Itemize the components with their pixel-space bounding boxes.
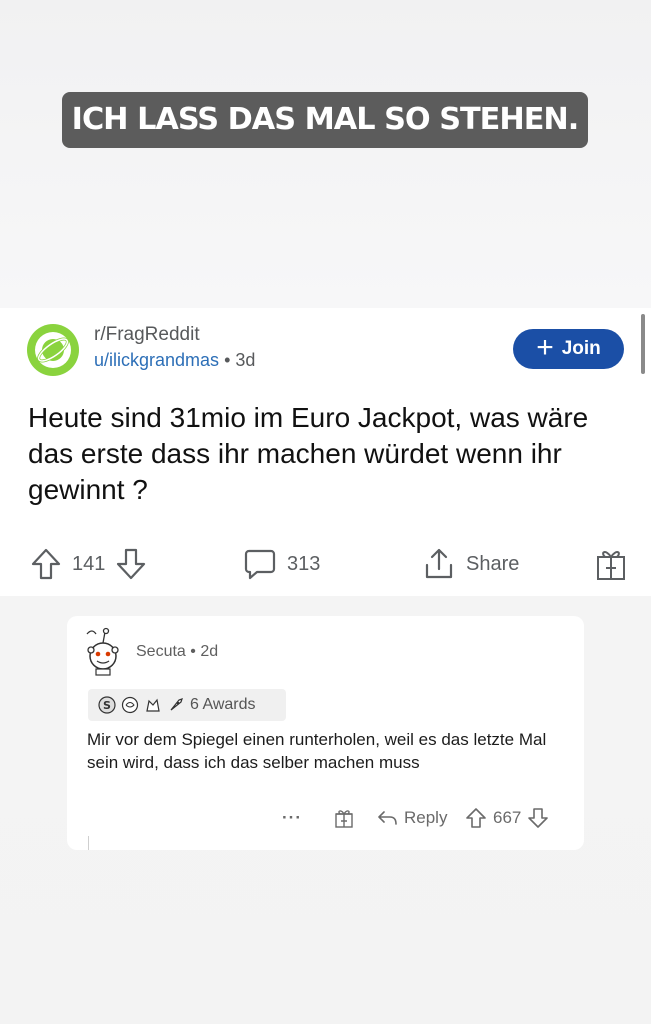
wholesome-award-icon [144,696,162,714]
comment-card: Secuta • 2d S 6 Awards Mir vor dem Spieg… [67,616,584,850]
comment-upvote-icon[interactable] [465,807,487,829]
post-meta: u/ilickgrandmas • 3d [94,350,255,371]
subreddit-avatar[interactable] [27,324,79,376]
reply-arrow-icon [376,808,398,828]
join-label: Join [561,338,601,359]
silver-coin-award-icon: S [98,696,116,714]
snoo-avatar[interactable] [84,626,122,676]
post-age: 3d [235,350,256,370]
rocket-award-icon [167,696,185,714]
post-author[interactable]: u/ilickgrandmas [94,350,219,370]
comment-vote-count: 667 [493,808,522,827]
gift-icon [594,546,628,582]
upvote-count: 141 [72,552,106,575]
share-icon [422,547,456,581]
subreddit-name[interactable]: r/FragReddit [94,324,200,346]
helpful-award-icon [121,696,139,714]
more-options-button[interactable]: ··· [282,806,302,830]
awards-bar[interactable]: S 6 Awards [88,689,286,721]
comment-count: 313 [287,552,321,575]
award-button[interactable] [594,544,628,584]
share-label: Share [466,552,520,575]
comment-meta-separator: • [190,643,196,660]
planet-icon [35,332,71,368]
comment-author[interactable]: Secuta [136,643,186,660]
comments-button[interactable]: 313 [243,544,320,584]
comment-vote-group: 667 [465,806,549,830]
comment-icon [243,547,277,581]
comment-award-button[interactable] [333,806,355,830]
vote-group: 141 [30,544,147,584]
post-card: r/FragReddit u/ilickgrandmas • 3d + Join… [0,308,651,596]
comment-meta: Secuta • 2d [136,643,218,661]
comment-age: 2d [200,643,219,660]
comment-body: Mir vor dem Spiegel einen runterholen, w… [87,730,547,772]
meta-separator: • [224,350,231,370]
plus-icon: + [536,330,554,364]
gift-icon [333,807,355,829]
join-button[interactable]: + Join [513,329,624,369]
thread-line [88,836,89,850]
comment-downvote-icon[interactable] [527,807,549,829]
comment-actions: ··· Reply 667 [67,806,584,830]
reply-label: Reply [404,808,448,827]
story-caption: ICH LASS DAS MAL SO STEHEN. [62,92,588,148]
reddit-snoo-icon [86,627,119,676]
post-title[interactable]: Heute sind 31mio im Euro Jackpot, was wä… [28,400,628,508]
downvote-icon[interactable] [115,547,147,581]
awards-count: 6 Awards [190,696,256,713]
reply-button[interactable]: Reply [376,806,447,830]
svg-text:S: S [103,699,111,712]
share-button[interactable]: Share [422,544,519,584]
upvote-icon[interactable] [30,547,62,581]
post-actions: 141 313 Share [0,544,651,584]
scrollbar[interactable] [641,314,645,374]
